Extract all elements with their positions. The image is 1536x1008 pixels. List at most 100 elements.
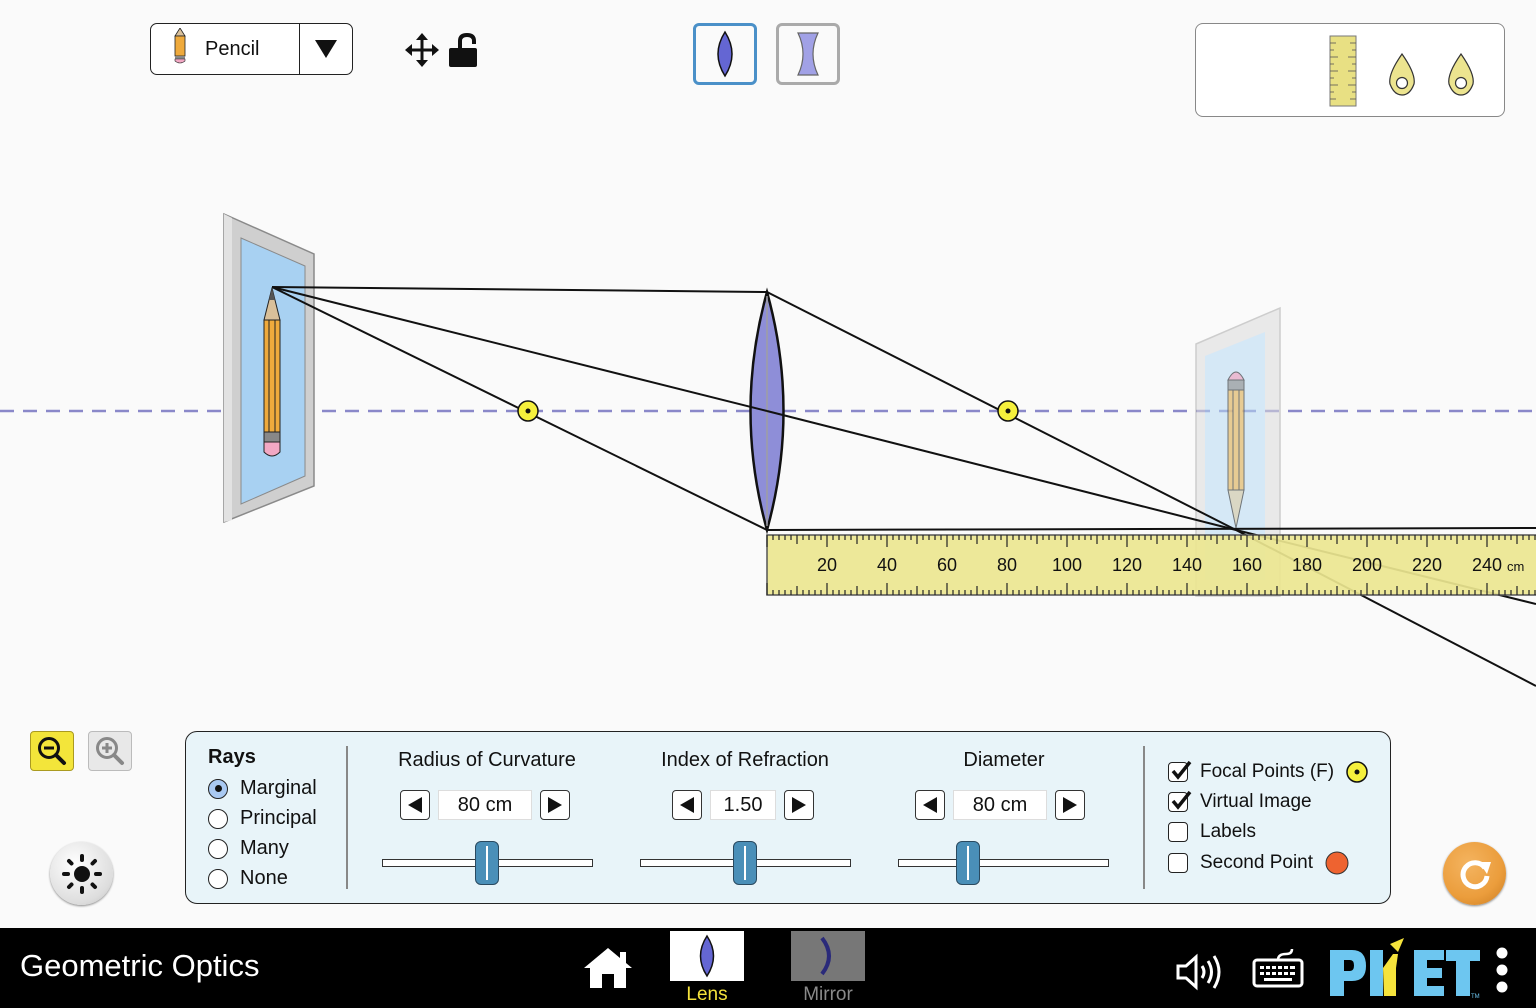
dropdown-button[interactable] [300,24,352,74]
radio-label: Principal [240,807,317,829]
focal-point-left[interactable] [517,400,539,422]
kebab-menu-icon[interactable] [1494,946,1510,994]
object-selector[interactable]: Pencil [150,23,353,75]
right-arrow-icon [1063,797,1077,813]
radius-value: 80 cm [438,790,532,820]
radius-slider-thumb[interactable] [475,841,499,885]
zoom-in-icon [96,737,124,765]
radio-button[interactable] [208,808,228,829]
concave-lens-icon [797,32,819,76]
convex-lens-button[interactable] [693,23,757,85]
convex-lens-icon [699,934,715,978]
radius-spinner: 80 cm [400,790,570,820]
checkmark-icon [1171,790,1192,810]
ruler-tick-label: 40 [877,555,897,575]
radio-marginal[interactable]: Marginal [208,777,317,800]
ruler-tick-label: 200 [1352,555,1382,575]
diameter-increment-button[interactable] [1055,790,1085,820]
checkbox-second-point[interactable]: Second Point [1168,851,1349,875]
checkbox-label: Labels [1200,821,1256,842]
diameter-spinner: 80 cm [915,790,1085,820]
focal-marker-tool-icon[interactable] [1445,52,1477,96]
diameter-label: Diameter [963,749,1045,771]
speaker-icon[interactable] [1175,952,1227,992]
radio-label: None [240,867,288,889]
checkbox-label: Focal Points (F) [1200,761,1335,782]
zoom-in-button[interactable] [88,731,132,771]
control-panel: Rays Marginal Principal Many None Radius… [185,731,1391,904]
checkbox-labels[interactable]: Labels [1168,821,1256,843]
keyboard-icon[interactable] [1252,948,1304,988]
checkbox[interactable] [1168,760,1192,782]
mirror-screen-button[interactable] [791,931,865,981]
second-point-icon [1325,851,1349,875]
focal-point-right[interactable] [997,400,1019,422]
diameter-slider-track[interactable] [898,859,1109,867]
mirror-icon [820,936,831,976]
radio-none[interactable]: None [208,867,288,890]
checkbox[interactable] [1168,790,1192,812]
checkbox-label: Virtual Image [1200,791,1312,812]
navigation-bar: Geometric Optics Lens Mirror TM [0,928,1536,1008]
reset-icon [1460,859,1491,889]
right-arrow-icon [792,797,806,813]
checkbox-virtual-image[interactable]: Virtual Image [1168,790,1312,813]
diameter-value: 80 cm [953,790,1047,820]
triangle-down-icon [315,40,337,58]
left-arrow-icon [923,797,937,813]
pencil-object[interactable] [263,287,281,457]
ruler-tick-label: 160 [1232,555,1262,575]
radio-button[interactable] [208,778,228,799]
ruler-tick-label: 240 [1472,555,1502,575]
concave-lens-button[interactable] [776,23,840,85]
right-arrow-icon [548,797,562,813]
checkbox-focal-points[interactable]: Focal Points (F) [1168,760,1368,783]
radio-button[interactable] [208,838,228,859]
diameter-slider-thumb[interactable] [956,841,980,885]
diameter-decrement-button[interactable] [915,790,945,820]
radius-increment-button[interactable] [540,790,570,820]
divider [346,746,348,889]
ruler-tick-label: 220 [1412,555,1442,575]
mirror-screen-label[interactable]: Mirror [778,984,878,1006]
ruler-tick-label: 180 [1292,555,1322,575]
ruler-tick-label: 80 [997,555,1017,575]
home-icon[interactable] [582,946,634,990]
index-value: 1.50 [710,790,776,820]
ruler-tick-label: 20 [817,555,837,575]
ruler-unit: cm [1507,559,1524,574]
checkbox[interactable] [1168,853,1188,873]
convex-lens-icon [717,30,733,78]
left-arrow-icon [408,797,422,813]
index-increment-button[interactable] [784,790,814,820]
object-selector-label: Pencil [205,37,260,60]
radio-many[interactable]: Many [208,837,289,860]
lens-screen-label[interactable]: Lens [657,984,757,1006]
zoom-out-icon [38,737,66,765]
sun-icon [61,853,102,894]
ruler-tool-icon[interactable] [1329,35,1357,107]
four-way-arrow-icon[interactable] [405,33,439,67]
ruler-tick-label: 60 [937,555,957,575]
unlocked-padlock-icon[interactable] [447,32,479,68]
phet-logo[interactable]: TM [1330,938,1482,1000]
toolbox [1195,23,1505,117]
light-rays [271,286,1536,687]
ruler-tick-label: 120 [1112,555,1142,575]
radius-decrement-button[interactable] [400,790,430,820]
lens-screen-button[interactable] [670,931,744,981]
reset-all-button[interactable] [1443,842,1506,905]
checkbox[interactable] [1168,822,1188,842]
index-decrement-button[interactable] [672,790,702,820]
focal-marker-tool-icon[interactable] [1386,52,1418,96]
ruler[interactable]: 20 40 60 80 100 120 140 160 180 200 220 240 cm [766,534,1536,596]
index-label: Index of Refraction [661,749,829,771]
zoom-out-button[interactable] [30,731,74,771]
radio-principal[interactable]: Principal [208,807,317,830]
checkbox-label: Second Point [1200,852,1314,873]
radius-label: Radius of Curvature [398,749,576,771]
index-slider-thumb[interactable] [733,841,757,885]
light-source-button[interactable] [50,842,113,905]
checkmark-icon [1171,760,1192,780]
radio-button[interactable] [208,868,228,889]
